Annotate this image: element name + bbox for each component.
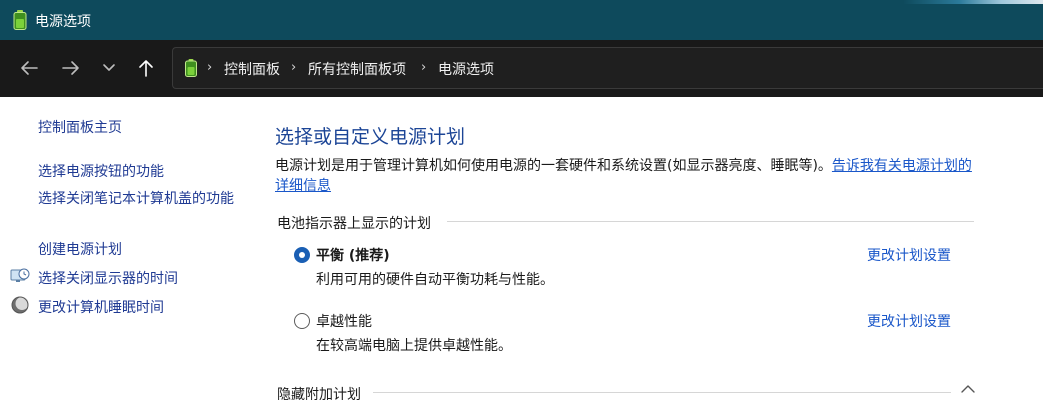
moon-icon xyxy=(11,296,29,314)
sidebar-item-lid[interactable]: 选择关闭笔记本计算机盖的功能 xyxy=(38,189,238,210)
plan-balanced-change-settings-link[interactable]: 更改计划设置 xyxy=(867,245,951,265)
section-divider xyxy=(373,392,951,393)
description-text: 电源计划是用于管理计算机如何使用电源的一套硬件和系统设置(如显示器亮度、睡眠等)… xyxy=(275,158,832,174)
plan-balanced-description: 利用可用的硬件自动平衡功耗与性能。 xyxy=(316,272,554,288)
window-title: 电源选项 xyxy=(35,14,91,30)
page-title: 选择或自定义电源计划 xyxy=(275,126,466,148)
arrow-right-icon xyxy=(62,61,79,75)
sidebar-item-power-button[interactable]: 选择电源按钮的功能 xyxy=(38,161,164,181)
sidebar-item-create-plan[interactable]: 创建电源计划 xyxy=(38,239,122,259)
back-button[interactable] xyxy=(15,54,43,82)
chevron-up-icon[interactable] xyxy=(960,384,976,394)
battery-icon xyxy=(13,10,27,30)
sidebar-home-link[interactable]: 控制面板主页 xyxy=(38,117,122,137)
forward-button[interactable] xyxy=(57,54,85,82)
arrow-up-icon xyxy=(139,60,153,77)
breadcrumb-separator: › xyxy=(421,60,427,75)
recent-locations-button[interactable] xyxy=(95,54,123,82)
plan-ultimate-radio[interactable] xyxy=(294,313,310,329)
hidden-plans-section-label[interactable]: 隐藏附加计划 xyxy=(277,384,361,400)
title-bar-decoration xyxy=(903,0,1043,4)
sidebar-item-sleep[interactable]: 更改计算机睡眠时间 xyxy=(38,297,164,317)
plan-ultimate-description: 在较高端电脑上提供卓越性能。 xyxy=(316,338,512,354)
breadcrumb-all-items[interactable]: 所有控制面板项 xyxy=(308,59,406,79)
breadcrumb-control-panel[interactable]: 控制面板 xyxy=(224,59,280,79)
battery-icon xyxy=(185,59,197,77)
plan-balanced-name[interactable]: 平衡 (推荐) xyxy=(316,245,390,265)
navigation-bar: › 控制面板 › 所有控制面板项 › 电源选项 xyxy=(0,40,1043,97)
address-bar[interactable]: › 控制面板 › 所有控制面板项 › 电源选项 xyxy=(172,47,1043,89)
breadcrumb-separator: › xyxy=(207,60,213,75)
plan-balanced-radio[interactable] xyxy=(294,247,310,263)
title-bar: 电源选项 xyxy=(0,0,1043,40)
page-description: 电源计划是用于管理计算机如何使用电源的一套硬件和系统设置(如显示器亮度、睡眠等)… xyxy=(275,156,985,196)
plan-ultimate-name[interactable]: 卓越性能 xyxy=(316,311,372,331)
breadcrumb-separator: › xyxy=(291,60,297,75)
battery-plans-section-label: 电池指示器上显示的计划 xyxy=(277,216,431,232)
sidebar-item-display-off[interactable]: 选择关闭显示器的时间 xyxy=(38,268,178,288)
arrow-left-icon xyxy=(21,61,38,75)
breadcrumb-power-options[interactable]: 电源选项 xyxy=(438,59,494,79)
monitor-clock-icon xyxy=(10,268,30,282)
chevron-down-icon xyxy=(103,64,115,71)
plan-ultimate-change-settings-link[interactable]: 更改计划设置 xyxy=(867,311,951,331)
section-divider xyxy=(447,221,974,222)
up-button[interactable] xyxy=(132,54,160,82)
